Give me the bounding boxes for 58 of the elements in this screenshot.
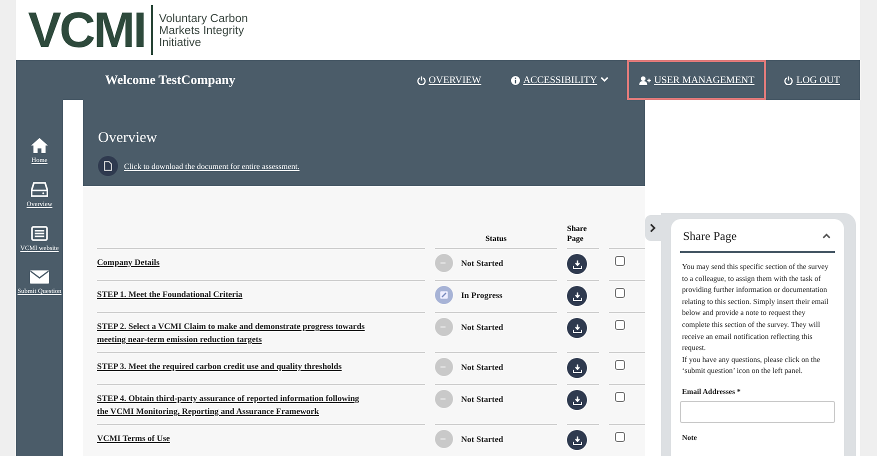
share-checkbox[interactable] <box>615 320 625 330</box>
user-icon <box>639 76 652 84</box>
share-checkbox[interactable] <box>615 432 625 442</box>
power-icon <box>784 76 794 84</box>
status-text: Not Started <box>461 322 504 332</box>
download-glyph-icon <box>572 324 582 332</box>
status-text: Not Started <box>461 362 504 372</box>
status-text: Not Started <box>461 394 504 404</box>
share-checkbox[interactable] <box>615 392 625 402</box>
nav-link[interactable]: OVERVIEW <box>404 60 494 100</box>
caret-icon <box>600 76 610 84</box>
download-glyph-icon <box>572 396 582 404</box>
download-glyph-icon <box>572 292 582 300</box>
share-title: Share Page <box>683 229 737 244</box>
power-icon <box>416 76 426 84</box>
info-icon <box>511 76 520 84</box>
email-input[interactable] <box>680 400 835 423</box>
share-checkbox[interactable] <box>615 360 625 370</box>
list-icon <box>31 226 48 241</box>
nav-link[interactable]: USER MANAGEMENT <box>627 60 766 100</box>
column-header: Share Page <box>567 224 588 245</box>
download-link[interactable]: Click to download the document for entire assessment. <box>124 162 300 170</box>
share-download-button[interactable] <box>567 430 587 450</box>
section-link[interactable]: STEP 1. Meet the Foundational Criteria <box>97 286 242 301</box>
status-text: Not Started <box>461 258 504 268</box>
logo-tagline: Markets Integrity <box>159 25 245 37</box>
logo-wordmark: VCMI <box>28 5 153 55</box>
envelope-icon <box>30 270 49 284</box>
logo-tagline: Initiative <box>159 37 202 49</box>
share-download-button[interactable] <box>567 254 587 274</box>
house-icon <box>31 138 48 153</box>
welcome-text: Welcome TestCompany <box>105 72 236 88</box>
share-download-button[interactable] <box>567 390 587 410</box>
overview-title: Overview <box>98 130 158 147</box>
share-download-button[interactable] <box>567 286 587 306</box>
chevron-right-icon <box>648 223 658 233</box>
column-header: Status <box>484 234 508 245</box>
section-link[interactable]: STEP 3. Meet the required carbon credit use and quality thresholds <box>97 358 342 373</box>
download-glyph-icon <box>572 436 582 444</box>
collapse-tab[interactable] <box>645 215 661 241</box>
share-download-button[interactable] <box>567 318 587 338</box>
nav-link[interactable]: LOG OUT <box>772 60 852 100</box>
drive-icon <box>31 182 48 197</box>
status-text: In Progress <box>461 290 502 300</box>
share-checkbox[interactable] <box>615 256 625 266</box>
logo-tagline: Voluntary Carbon <box>159 13 248 25</box>
section-link[interactable]: STEP 2. Select a VCMI Claim to make and demonstrate progress towards meeting near-term emission reduction targets <box>97 318 367 346</box>
status-text: Not Started <box>461 434 504 444</box>
share-download-button[interactable] <box>567 358 587 378</box>
chevron-up-icon[interactable] <box>822 232 831 240</box>
document-icon[interactable] <box>98 156 118 176</box>
section-link[interactable]: VCMI Terms of Use <box>97 430 170 445</box>
download-glyph-icon <box>572 260 582 268</box>
download-glyph-icon <box>572 364 582 372</box>
nav-link[interactable]: ACCESSIBILITY <box>499 60 622 100</box>
share-checkbox[interactable] <box>615 288 625 298</box>
section-link[interactable]: STEP 4. Obtain third-party assurance of reported information following the VCMI Monitoring, Reporting and Assurance Framework <box>97 390 367 418</box>
section-link[interactable]: Company Details <box>97 254 160 269</box>
